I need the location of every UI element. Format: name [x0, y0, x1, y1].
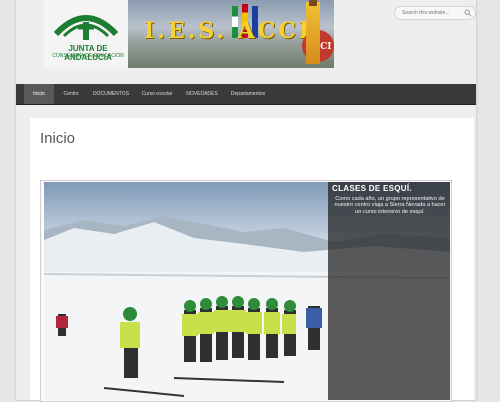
- search-icon[interactable]: [464, 9, 472, 17]
- page-title: Inicio: [40, 130, 76, 147]
- site-header: JUNTA DE ANDALUCIA CONSEJERÍA DE EDUCACI…: [16, 0, 476, 84]
- main-nav: Inicio Centro DOCUMENTOS Curso escolar N…: [16, 84, 476, 105]
- junta-andalucia-logo: [53, 15, 119, 40]
- logo-line2: CONSEJERÍA DE EDUCACIÓN: [52, 53, 124, 59]
- school-title: I.E.S. ACCI: [144, 18, 313, 44]
- slide-caption-text: Como cada año, un grupo representativo d…: [334, 196, 446, 215]
- search-box[interactable]: [394, 6, 476, 20]
- tower-illustration: [306, 2, 320, 64]
- nav-item-curso-escolar[interactable]: Curso escolar: [136, 84, 178, 104]
- nav-item-inicio[interactable]: Inicio: [24, 84, 54, 104]
- header-banner[interactable]: JUNTA DE ANDALUCIA CONSEJERÍA DE EDUCACI…: [44, 0, 334, 68]
- search-input[interactable]: [395, 8, 464, 18]
- nav-item-centro[interactable]: Centro: [56, 84, 86, 104]
- nav-item-novedades[interactable]: NOVEDADES: [182, 84, 222, 104]
- slide-caption-title[interactable]: CLASES DE ESQUÍ.: [332, 184, 412, 193]
- nav-item-departamentos[interactable]: Departamentos: [226, 84, 270, 104]
- nav-item-documentos[interactable]: DOCUMENTOS: [90, 84, 132, 104]
- tower-top: [309, 0, 317, 6]
